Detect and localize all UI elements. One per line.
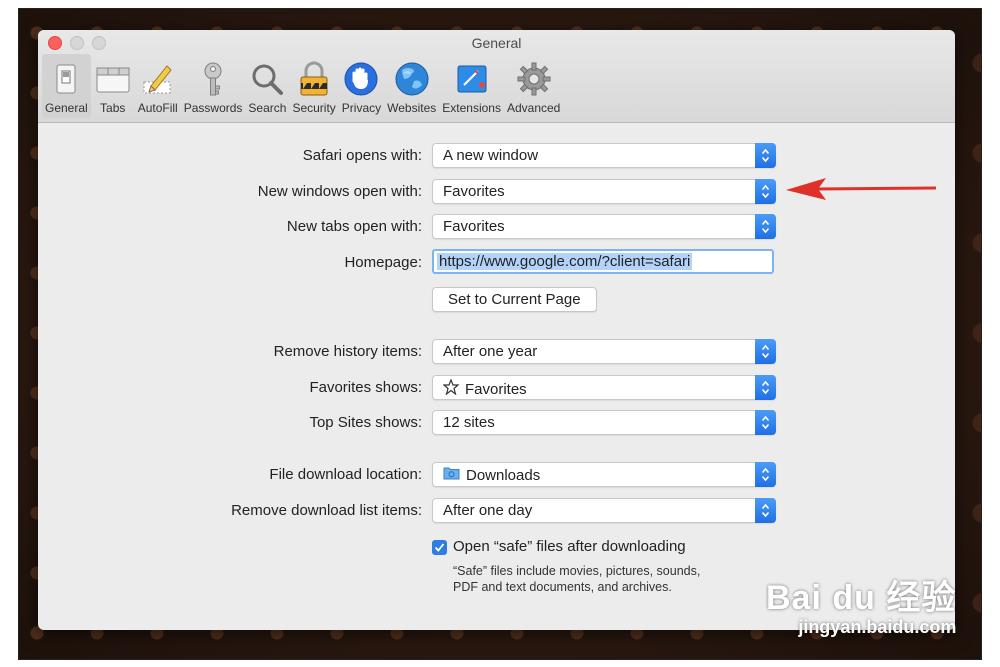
- row-homepage: Homepage: https://www.google.com/?client…: [38, 249, 955, 275]
- remove-download-list-items-label: Remove download list items:: [231, 502, 422, 519]
- popup-value: Favorites: [442, 378, 527, 399]
- new-tabs-open-with-popup[interactable]: Favorites: [432, 214, 776, 239]
- homepage-field[interactable]: https://www.google.com/?client=safari: [432, 249, 774, 274]
- row-favorites-shows: Favorites shows: Favorites: [38, 375, 955, 400]
- row-top-sites-shows: Top Sites shows: 12 sites: [38, 410, 955, 435]
- row-remove-download-list-items: Remove download list items: After one da…: [38, 498, 955, 523]
- row-set-current-page: Set to Current Page: [38, 287, 955, 312]
- open-safe-files-label: Open “safe” files after downloading: [453, 538, 686, 555]
- remove-download-list-items-popup[interactable]: After one day: [432, 498, 776, 523]
- chevron-updown-icon: [755, 462, 776, 487]
- file-download-location-popup[interactable]: Downloads: [432, 462, 776, 487]
- chevron-updown-icon: [755, 375, 776, 400]
- chevron-updown-icon: [755, 143, 776, 168]
- chevron-updown-icon: [755, 179, 776, 204]
- file-download-location-label: File download location:: [269, 466, 422, 483]
- homepage-label: Homepage:: [344, 254, 422, 271]
- safari-opens-with-label: Safari opens with:: [302, 147, 422, 164]
- star-icon: [442, 378, 460, 399]
- new-tabs-open-with-label: New tabs open with:: [286, 218, 422, 235]
- chevron-updown-icon: [755, 498, 776, 523]
- homepage-value: https://www.google.com/?client=safari: [437, 253, 693, 270]
- file-download-location-value: Downloads: [466, 466, 541, 484]
- popup-value: Favorites: [443, 183, 505, 200]
- set-to-current-page-button[interactable]: Set to Current Page: [432, 287, 597, 312]
- new-windows-open-with-popup[interactable]: Favorites: [432, 179, 776, 204]
- favorites-shows-popup[interactable]: Favorites: [432, 375, 776, 400]
- new-windows-open-with-label: New windows open with:: [257, 183, 422, 200]
- favorites-shows-label: Favorites shows:: [309, 379, 422, 396]
- top-sites-shows-label: Top Sites shows:: [309, 414, 422, 431]
- popup-value: Favorites: [443, 218, 505, 235]
- remove-history-items-popup[interactable]: After one year: [432, 339, 776, 364]
- chevron-updown-icon: [755, 214, 776, 239]
- baidu-watermark: Bai du 经验 jingyan.baidu.com: [766, 570, 956, 638]
- red-arrow-annotation: [786, 178, 937, 200]
- chevron-updown-icon: [755, 339, 776, 364]
- watermark-brand: Bai du 经验: [766, 579, 957, 617]
- popup-value: After one year: [443, 343, 538, 360]
- watermark-url: jingyan.baidu.com: [798, 617, 957, 637]
- safari-opens-with-popup[interactable]: A new window: [432, 143, 776, 168]
- popup-value: A new window: [443, 147, 539, 164]
- top-sites-shows-popup[interactable]: 12 sites: [432, 410, 776, 435]
- popup-value: Downloads: [443, 466, 540, 484]
- settings-panel: Safari opens with: A new window New wind…: [38, 0, 955, 667]
- row-safari-opens-with: Safari opens with: A new window: [38, 143, 955, 168]
- row-remove-history-items: Remove history items: After one year: [38, 339, 955, 364]
- checkmark-icon: [434, 543, 445, 552]
- popup-value: After one day: [443, 502, 533, 519]
- row-file-download-location: File download location: Downloads: [38, 462, 955, 487]
- safe-files-note: “Safe” files include movies, pictures, s…: [453, 564, 701, 594]
- chevron-updown-icon: [755, 410, 776, 435]
- open-safe-files-checkbox[interactable]: [432, 540, 447, 555]
- popup-value: 12 sites: [443, 414, 495, 431]
- favorites-shows-value: Favorites: [465, 380, 527, 398]
- remove-history-items-label: Remove history items:: [273, 343, 422, 360]
- row-new-tabs-open-with: New tabs open with: Favorites: [38, 214, 955, 239]
- folder-icon: [443, 466, 460, 484]
